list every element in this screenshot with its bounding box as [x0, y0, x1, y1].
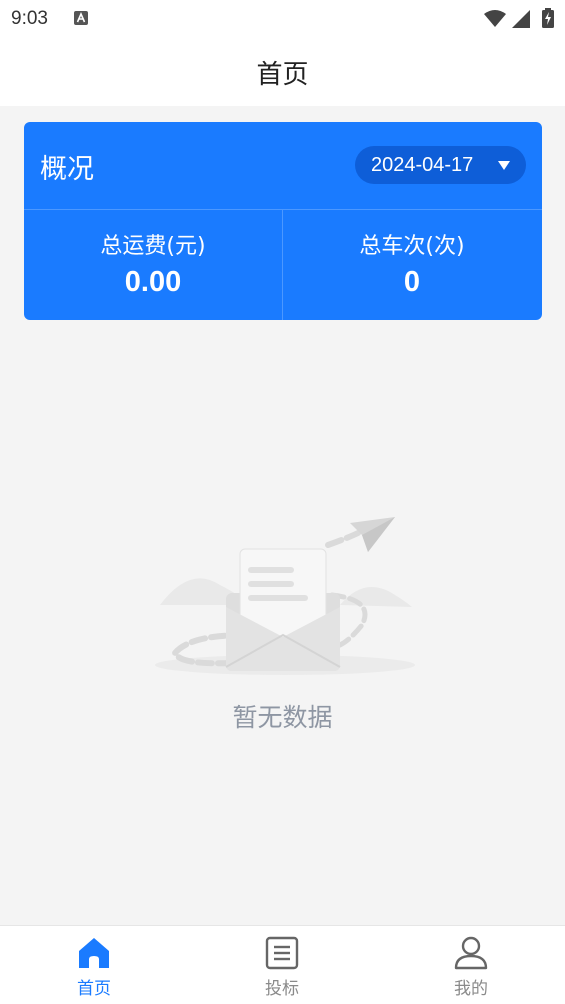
- document-icon: [265, 936, 299, 970]
- status-time: 9:03: [11, 8, 48, 29]
- empty-state-text: 暂无数据: [232, 703, 333, 732]
- a-icon: [74, 11, 88, 25]
- caret-down-icon: [498, 161, 510, 170]
- bottom-nav: 首页 投标 我的: [0, 925, 565, 1004]
- user-icon: [454, 936, 488, 970]
- nav-label-home: 首页: [77, 979, 111, 999]
- date-picker[interactable]: 2024-04-17: [355, 146, 526, 184]
- home-icon: [79, 938, 109, 968]
- overview-card: 概况 2024-04-17 总运费(元) 0.00 总车次(次) 0: [24, 122, 542, 320]
- total-freight-value: 0.00: [124, 266, 182, 298]
- nav-label-bid: 投标: [265, 979, 299, 999]
- app-header: 首页: [0, 38, 565, 106]
- date-value: 2024-04-17: [371, 153, 474, 176]
- total-trips-value: 0: [403, 266, 421, 298]
- signal-icon: [512, 10, 530, 28]
- nav-item-profile[interactable]: 我的: [377, 926, 565, 1004]
- nav-label-profile: 我的: [454, 979, 488, 999]
- empty-mail-illustration: [155, 517, 415, 675]
- battery-icon: [542, 8, 554, 28]
- total-trips-stat: 总车次(次) 0: [283, 210, 541, 320]
- total-freight-stat: 总运费(元) 0.00: [24, 210, 282, 320]
- page-title: 首页: [256, 59, 309, 90]
- overview-title: 概况: [40, 154, 94, 185]
- nav-item-home[interactable]: 首页: [0, 926, 188, 1004]
- wifi-icon: [484, 10, 506, 27]
- status-bar: 9:03: [0, 0, 565, 38]
- total-freight-label: 总运费(元): [100, 234, 206, 259]
- nav-item-bid[interactable]: 投标: [188, 926, 376, 1004]
- total-trips-label: 总车次(次): [359, 234, 465, 259]
